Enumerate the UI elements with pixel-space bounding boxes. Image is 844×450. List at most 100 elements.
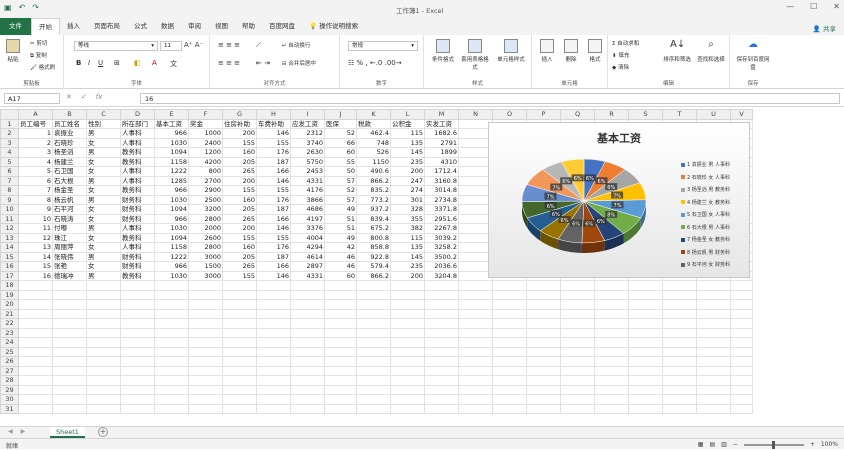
table-cell[interactable]: 人事科 xyxy=(120,223,155,234)
indent-icon[interactable]: ⇤ ⇥ xyxy=(256,59,270,67)
font-size-select[interactable]: 11 xyxy=(160,41,182,51)
empty-cell[interactable] xyxy=(526,394,561,405)
empty-cell[interactable] xyxy=(560,356,595,367)
column-header[interactable]: V xyxy=(730,109,753,120)
table-cell[interactable]: 200 xyxy=(390,166,425,177)
menu-insert[interactable]: 插入 xyxy=(60,18,87,35)
empty-cell[interactable] xyxy=(594,308,629,319)
border-icon[interactable]: ⊞ xyxy=(114,59,120,67)
table-cell[interactable]: 3376 xyxy=(290,223,325,234)
save-to-baidu-button[interactable]: ☁ 保存到百度网盘 xyxy=(736,39,770,71)
table-cell[interactable]: 4 xyxy=(18,156,53,167)
table-cell[interactable]: 51 xyxy=(324,213,357,224)
table-cell[interactable]: 235 xyxy=(390,156,425,167)
table-cell[interactable]: 155 xyxy=(256,232,291,243)
legend-item[interactable]: 9 石平河 女 财务科 xyxy=(681,259,730,272)
zoom-in-icon[interactable]: + xyxy=(810,441,815,448)
empty-cell[interactable] xyxy=(526,375,561,386)
empty-cell[interactable] xyxy=(730,384,753,395)
empty-cell[interactable] xyxy=(324,365,357,376)
table-cell[interactable]: 4331 xyxy=(290,270,325,281)
table-cell[interactable]: 135 xyxy=(390,137,425,148)
empty-cell[interactable] xyxy=(86,299,121,310)
font-grow-icon[interactable]: A⁺ A⁻ xyxy=(184,41,203,49)
empty-cell[interactable] xyxy=(120,308,155,319)
empty-cell[interactable] xyxy=(424,403,459,414)
page-break-icon[interactable]: ▥ xyxy=(721,441,727,448)
column-header[interactable]: H xyxy=(256,109,291,120)
table-cell[interactable]: 3000 xyxy=(188,270,223,281)
row-header[interactable]: 8 xyxy=(0,185,19,196)
empty-cell[interactable] xyxy=(256,375,291,386)
table-cell[interactable]: 德瑞冲 xyxy=(52,270,87,281)
empty-cell[interactable] xyxy=(154,299,189,310)
empty-cell[interactable] xyxy=(662,394,697,405)
table-cell[interactable]: 石大根 xyxy=(52,175,87,186)
column-header[interactable]: T xyxy=(662,109,697,120)
header-cell[interactable]: 应发工资 xyxy=(290,118,325,129)
empty-cell[interactable] xyxy=(222,384,257,395)
table-cell[interactable]: 16 xyxy=(18,270,53,281)
table-cell[interactable]: 女 xyxy=(86,137,121,148)
table-cell[interactable]: 1899 xyxy=(424,147,459,158)
table-cell[interactable]: 2951.6 xyxy=(424,213,459,224)
legend-item[interactable]: 4 杨建兰 女 教务科 xyxy=(681,197,730,210)
empty-cell[interactable] xyxy=(526,346,561,357)
table-cell[interactable]: 205 xyxy=(222,204,257,215)
empty-cell[interactable] xyxy=(18,318,53,329)
empty-cell[interactable] xyxy=(154,318,189,329)
autosum-button[interactable]: Σ 自动求和 xyxy=(612,39,639,47)
empty-cell[interactable] xyxy=(594,356,629,367)
table-cell[interactable]: 160 xyxy=(222,194,257,205)
table-cell[interactable]: 490.6 xyxy=(356,166,391,177)
empty-cell[interactable] xyxy=(120,356,155,367)
align-left-icon[interactable]: ≡ ≡ ≡ xyxy=(218,59,240,67)
table-cell[interactable]: 145 xyxy=(390,251,425,262)
empty-cell[interactable] xyxy=(458,365,493,376)
empty-cell[interactable] xyxy=(696,299,731,310)
empty-cell[interactable] xyxy=(356,318,391,329)
empty-cell[interactable] xyxy=(256,308,291,319)
empty-cell[interactable] xyxy=(120,365,155,376)
empty-cell[interactable] xyxy=(154,308,189,319)
empty-cell[interactable] xyxy=(390,384,425,395)
empty-cell[interactable] xyxy=(730,308,753,319)
empty-cell[interactable] xyxy=(86,346,121,357)
empty-cell[interactable] xyxy=(256,346,291,357)
row-header[interactable]: 18 xyxy=(0,280,19,291)
column-header[interactable]: J xyxy=(324,109,357,120)
empty-cell[interactable] xyxy=(188,384,223,395)
table-cell[interactable]: 1682.6 xyxy=(424,128,459,139)
empty-cell[interactable] xyxy=(222,318,257,329)
menu-data[interactable]: 数据 xyxy=(154,18,181,35)
table-cell[interactable]: 男 xyxy=(86,223,121,234)
table-cell[interactable]: 2630 xyxy=(290,147,325,158)
row-header[interactable]: 1 xyxy=(0,118,19,129)
empty-cell[interactable] xyxy=(526,327,561,338)
table-cell[interactable]: 3000 xyxy=(188,251,223,262)
table-cell[interactable]: 女 xyxy=(86,242,121,253)
empty-cell[interactable] xyxy=(390,308,425,319)
empty-cell[interactable] xyxy=(628,346,663,357)
empty-cell[interactable] xyxy=(424,356,459,367)
empty-cell[interactable] xyxy=(696,337,731,348)
empty-cell[interactable] xyxy=(290,403,325,414)
empty-cell[interactable] xyxy=(120,337,155,348)
empty-cell[interactable] xyxy=(188,403,223,414)
row-header[interactable]: 13 xyxy=(0,232,19,243)
empty-cell[interactable] xyxy=(526,289,561,300)
table-cell[interactable]: 3014.8 xyxy=(424,185,459,196)
table-cell[interactable]: 3160.8 xyxy=(424,175,459,186)
empty-cell[interactable] xyxy=(696,318,731,329)
redo-icon[interactable]: ↷ xyxy=(32,3,39,12)
empty-cell[interactable] xyxy=(222,337,257,348)
empty-cell[interactable] xyxy=(696,346,731,357)
empty-cell[interactable] xyxy=(696,289,731,300)
column-header[interactable]: M xyxy=(424,109,459,120)
empty-cell[interactable] xyxy=(188,327,223,338)
row-header[interactable]: 3 xyxy=(0,137,19,148)
empty-cell[interactable] xyxy=(154,394,189,405)
table-cell[interactable]: 858.8 xyxy=(356,242,391,253)
table-cell[interactable]: 1158 xyxy=(154,156,189,167)
empty-cell[interactable] xyxy=(390,365,425,376)
